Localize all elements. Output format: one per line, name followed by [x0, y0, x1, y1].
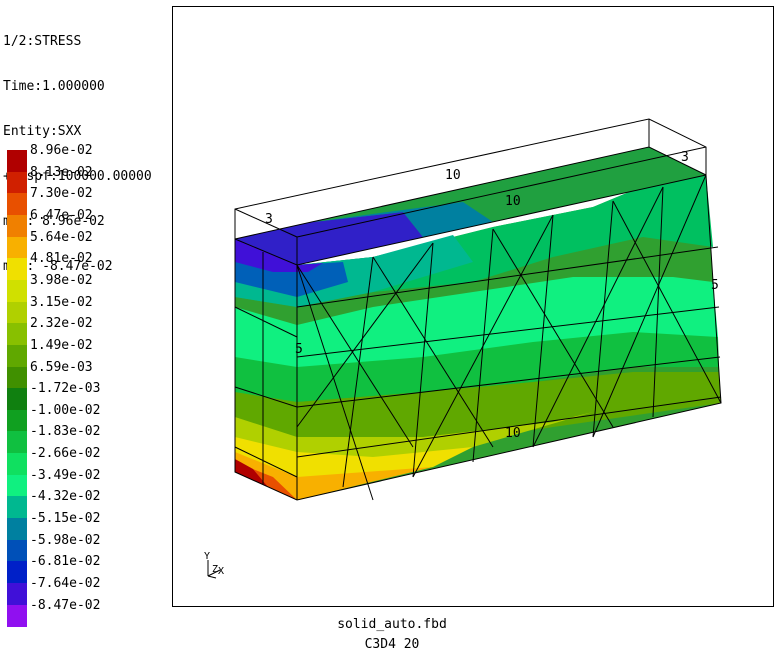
label-height-left: 5 — [295, 342, 303, 357]
legend-swatch — [7, 453, 27, 476]
legend-label: -3.49e-02 — [30, 467, 101, 483]
legend-swatch — [7, 518, 27, 541]
label-depth-left: 3 — [265, 212, 273, 227]
element-type-label: C3D4 20 — [364, 637, 420, 652]
legend-label: 6.47e-02 — [30, 207, 93, 223]
legend-label: 8.13e-02 — [30, 164, 93, 180]
legend-swatch — [7, 474, 27, 497]
label-top-length-inner: 10 — [505, 194, 521, 209]
legend-row: -8.47e-02 — [7, 598, 147, 627]
legend-swatch — [7, 561, 27, 584]
legend-swatch — [7, 344, 27, 367]
time-label: Time:1.000000 — [3, 79, 105, 94]
filename-label: solid_auto.fbd — [337, 617, 447, 632]
legend-label: 3.15e-02 — [30, 294, 93, 310]
legend-swatch — [7, 583, 27, 605]
legend-swatch — [7, 258, 27, 281]
legend-label: 6.59e-03 — [30, 359, 93, 375]
legend-swatch — [7, 323, 27, 346]
legend-label: 4.81e-02 — [30, 251, 93, 267]
legend-label: -5.98e-02 — [30, 532, 101, 548]
label-depth-right: 3 — [681, 150, 689, 165]
legend-swatch — [7, 604, 27, 627]
legend-swatch — [7, 193, 27, 216]
axis-x-label: X — [218, 566, 224, 577]
legend-label: -5.15e-02 — [30, 511, 101, 527]
legend-swatch — [7, 214, 27, 237]
legend-swatch — [7, 388, 27, 411]
legend-swatch — [7, 539, 27, 562]
fem-model-svg[interactable]: 10 10 3 3 5 5 10 — [173, 7, 774, 607]
axis-triad: Y Z X — [198, 548, 238, 592]
axis-y-label: Y — [204, 551, 210, 562]
legend-swatch — [7, 171, 27, 194]
dataset-label: 1/2:STRESS — [3, 34, 82, 49]
label-top-length: 10 — [445, 168, 461, 183]
legend-swatch — [7, 409, 27, 432]
entity-label: Entity:SXX — [3, 124, 82, 139]
label-bottom-length: 10 — [505, 426, 521, 441]
legend-label: -2.66e-02 — [30, 446, 101, 462]
model-viewport[interactable]: 10 10 3 3 5 5 10 — [172, 6, 774, 607]
legend-label: -7.64e-02 — [30, 576, 101, 591]
legend-label: 5.64e-02 — [30, 229, 93, 245]
legend-label: 7.30e-02 — [30, 186, 93, 202]
legend-label: 8.96e-02 — [30, 143, 93, 158]
legend-label: 2.32e-02 — [30, 316, 93, 332]
legend-swatch — [7, 150, 27, 172]
legend-label: 1.49e-02 — [30, 337, 93, 353]
label-height-right: 5 — [711, 278, 719, 293]
legend-swatch — [7, 236, 27, 259]
legend-label: -6.81e-02 — [30, 554, 101, 570]
legend-label: 3.98e-02 — [30, 272, 93, 288]
legend-swatch — [7, 496, 27, 519]
legend-swatch — [7, 431, 27, 454]
legend-swatch — [7, 366, 27, 389]
legend-label: -1.83e-02 — [30, 424, 101, 440]
legend-swatch — [7, 301, 27, 324]
legend-label: -8.47e-02 — [30, 597, 101, 613]
legend-label: -4.32e-02 — [30, 489, 101, 505]
legend-swatch — [7, 279, 27, 302]
legend-label: -1.72e-03 — [30, 381, 101, 397]
legend-label: -1.00e-02 — [30, 402, 101, 418]
